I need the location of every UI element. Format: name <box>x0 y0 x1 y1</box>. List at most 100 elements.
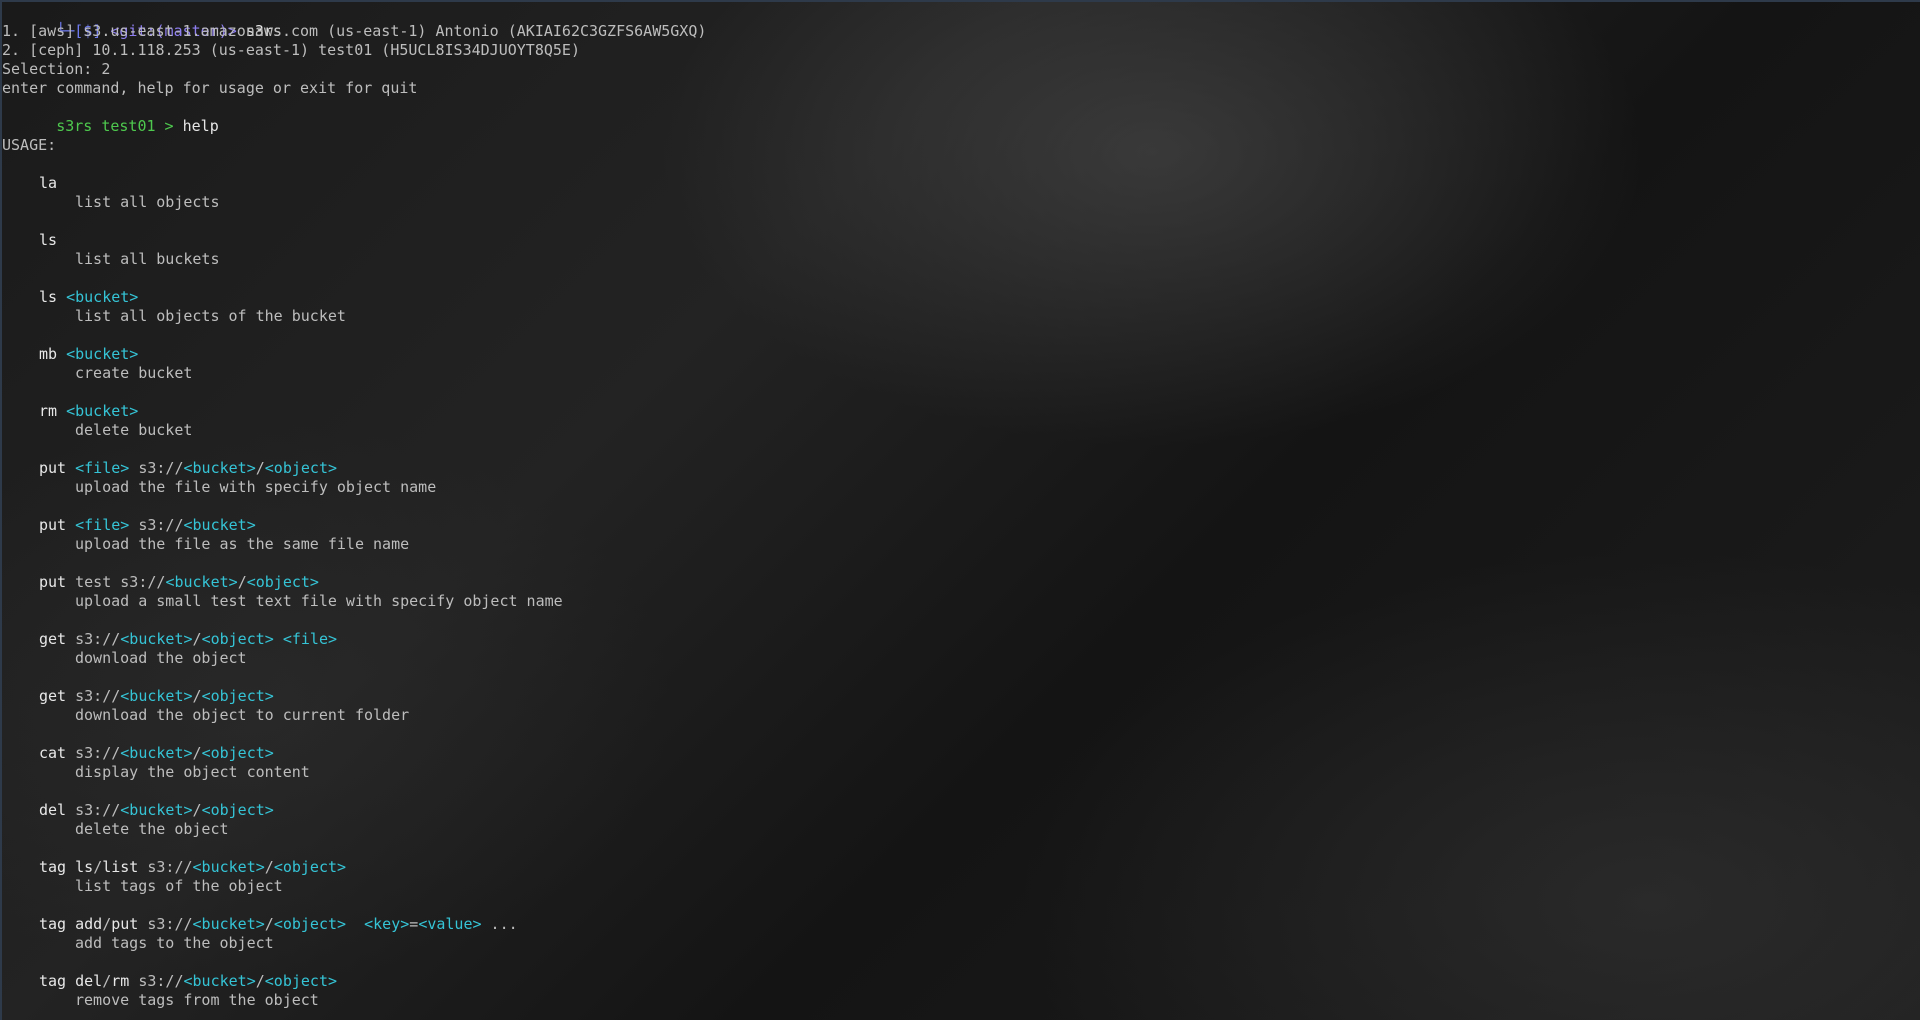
command-token: s3:// <box>129 972 184 990</box>
command-token: put <box>39 459 76 477</box>
command-signature: ls <bucket> <box>2 288 1912 307</box>
command-token: put <box>39 573 76 591</box>
command-token: = <box>409 915 419 933</box>
terminal-screen: └─[$] <git:(master)> s3rs 1. [aws] s3.us… <box>2 3 1912 1010</box>
command-description: download the object <box>75 649 247 667</box>
command-argument: <bucket> <box>66 288 139 306</box>
usage-entry: cat s3://<bucket>/<object> display the ob… <box>2 744 1912 801</box>
command-argument: <object> <box>201 630 274 648</box>
command-description: list tags of the object <box>75 877 283 895</box>
command-argument: <object> <box>273 858 347 876</box>
command-signature: cat s3://<bucket>/<object> <box>2 744 1912 763</box>
command-token: mb <box>39 345 67 363</box>
usage-title: USAGE: <box>2 136 57 154</box>
selection-line: Selection: 2 <box>2 60 111 78</box>
command-token: ls <box>39 288 67 306</box>
usage-entry: put test s3://<bucket>/<object> upload a … <box>2 573 1912 630</box>
command-token: s3:// <box>138 915 193 933</box>
command-signature: get s3://<bucket>/<object> <box>2 687 1912 706</box>
command-token: rm <box>111 972 130 990</box>
command-token: del <box>75 972 103 990</box>
usage-entry: tag del/rm s3://<bucket>/<object> remove … <box>2 972 1912 1010</box>
command-token: / <box>102 915 112 933</box>
command-token: tag <box>39 915 76 933</box>
command-argument: <bucket> <box>165 573 238 591</box>
usage-entry: get s3://<bucket>/<object> download the o… <box>2 687 1912 744</box>
command-token: / <box>192 630 202 648</box>
command-token: rm <box>39 402 67 420</box>
command-argument: <object> <box>264 972 338 990</box>
usage-entry: ls <bucket> list all objects of the bucke… <box>2 288 1912 345</box>
command-token: ... <box>481 915 518 933</box>
command-argument: <bucket> <box>192 915 265 933</box>
command-signature: del s3://<bucket>/<object> <box>2 801 1912 820</box>
command-token: / <box>192 801 202 819</box>
command-argument: <object> <box>273 915 347 933</box>
command-description: upload the file with specify object name <box>75 478 437 496</box>
command-token: get <box>39 630 76 648</box>
command-description: delete bucket <box>75 421 193 439</box>
command-description: upload the file as the same file name <box>75 535 410 553</box>
command-token: tag <box>39 858 76 876</box>
command-argument: <bucket> <box>192 858 265 876</box>
command-description: remove tags from the object <box>75 991 319 1009</box>
command-token: put <box>111 915 139 933</box>
command-token: list <box>102 858 139 876</box>
command-description: delete the object <box>75 820 229 838</box>
command-argument: <bucket> <box>120 630 193 648</box>
command-token: put <box>39 516 76 534</box>
command-argument: <bucket> <box>120 801 193 819</box>
command-argument: <file> <box>75 516 130 534</box>
command-argument: <bucket> <box>66 402 139 420</box>
usage-entry: la list all objects <box>2 174 1912 231</box>
command-signature: get s3://<bucket>/<object> <file> <box>2 630 1912 649</box>
command-argument: <key> <box>364 915 410 933</box>
command-signature: rm <bucket> <box>2 402 1912 421</box>
terminal-window[interactable]: └─[$] <git:(master)> s3rs 1. [aws] s3.us… <box>0 0 1920 1020</box>
command-signature: put test s3://<bucket>/<object> <box>2 573 1912 592</box>
command-description: list all objects of the bucket <box>75 307 346 325</box>
command-token: add <box>75 915 103 933</box>
usage-entry: tag add/put s3://<bucket>/<object> <key>… <box>2 915 1912 972</box>
command-token: s3:// <box>138 858 193 876</box>
profile-line-1: 1. [aws] s3.us-east-1.amazonaws.com (us-… <box>2 22 707 40</box>
command-argument: <bucket> <box>183 972 256 990</box>
command-argument: <file> <box>282 630 338 648</box>
command-argument: <bucket> <box>183 459 256 477</box>
command-token: s3:// <box>129 459 184 477</box>
command-token: / <box>192 687 202 705</box>
command-signature: la <box>2 174 1912 193</box>
command-argument: <bucket> <box>66 345 139 363</box>
command-token: test s3:// <box>75 573 166 591</box>
command-description: list all objects <box>75 193 220 211</box>
command-token: del <box>39 801 76 819</box>
command-signature: put <file> s3://<bucket> <box>2 516 1912 535</box>
command-argument: <value> <box>418 915 482 933</box>
command-description: upload a small test text file with speci… <box>75 592 563 610</box>
command-argument: <file> <box>75 459 130 477</box>
s3rs-prompt-line: s3rs test01 > help <box>2 98 1912 135</box>
command-signature: put <file> s3://<bucket>/<object> <box>2 459 1912 478</box>
command-description: add tags to the object <box>75 934 274 952</box>
shell-prompt-line: └─[$] <git:(master)> s3rs <box>2 3 1912 40</box>
command-signature: ls <box>2 231 1912 250</box>
s3rs-prompt: s3rs test01 > <box>56 117 183 135</box>
usage-entry: mb <bucket> create bucket <box>2 345 1912 402</box>
command-token: / <box>264 915 274 933</box>
command-token: s3:// <box>75 630 121 648</box>
command-token: / <box>237 573 247 591</box>
command-token: s3:// <box>75 744 121 762</box>
command-description: display the object content <box>75 763 310 781</box>
